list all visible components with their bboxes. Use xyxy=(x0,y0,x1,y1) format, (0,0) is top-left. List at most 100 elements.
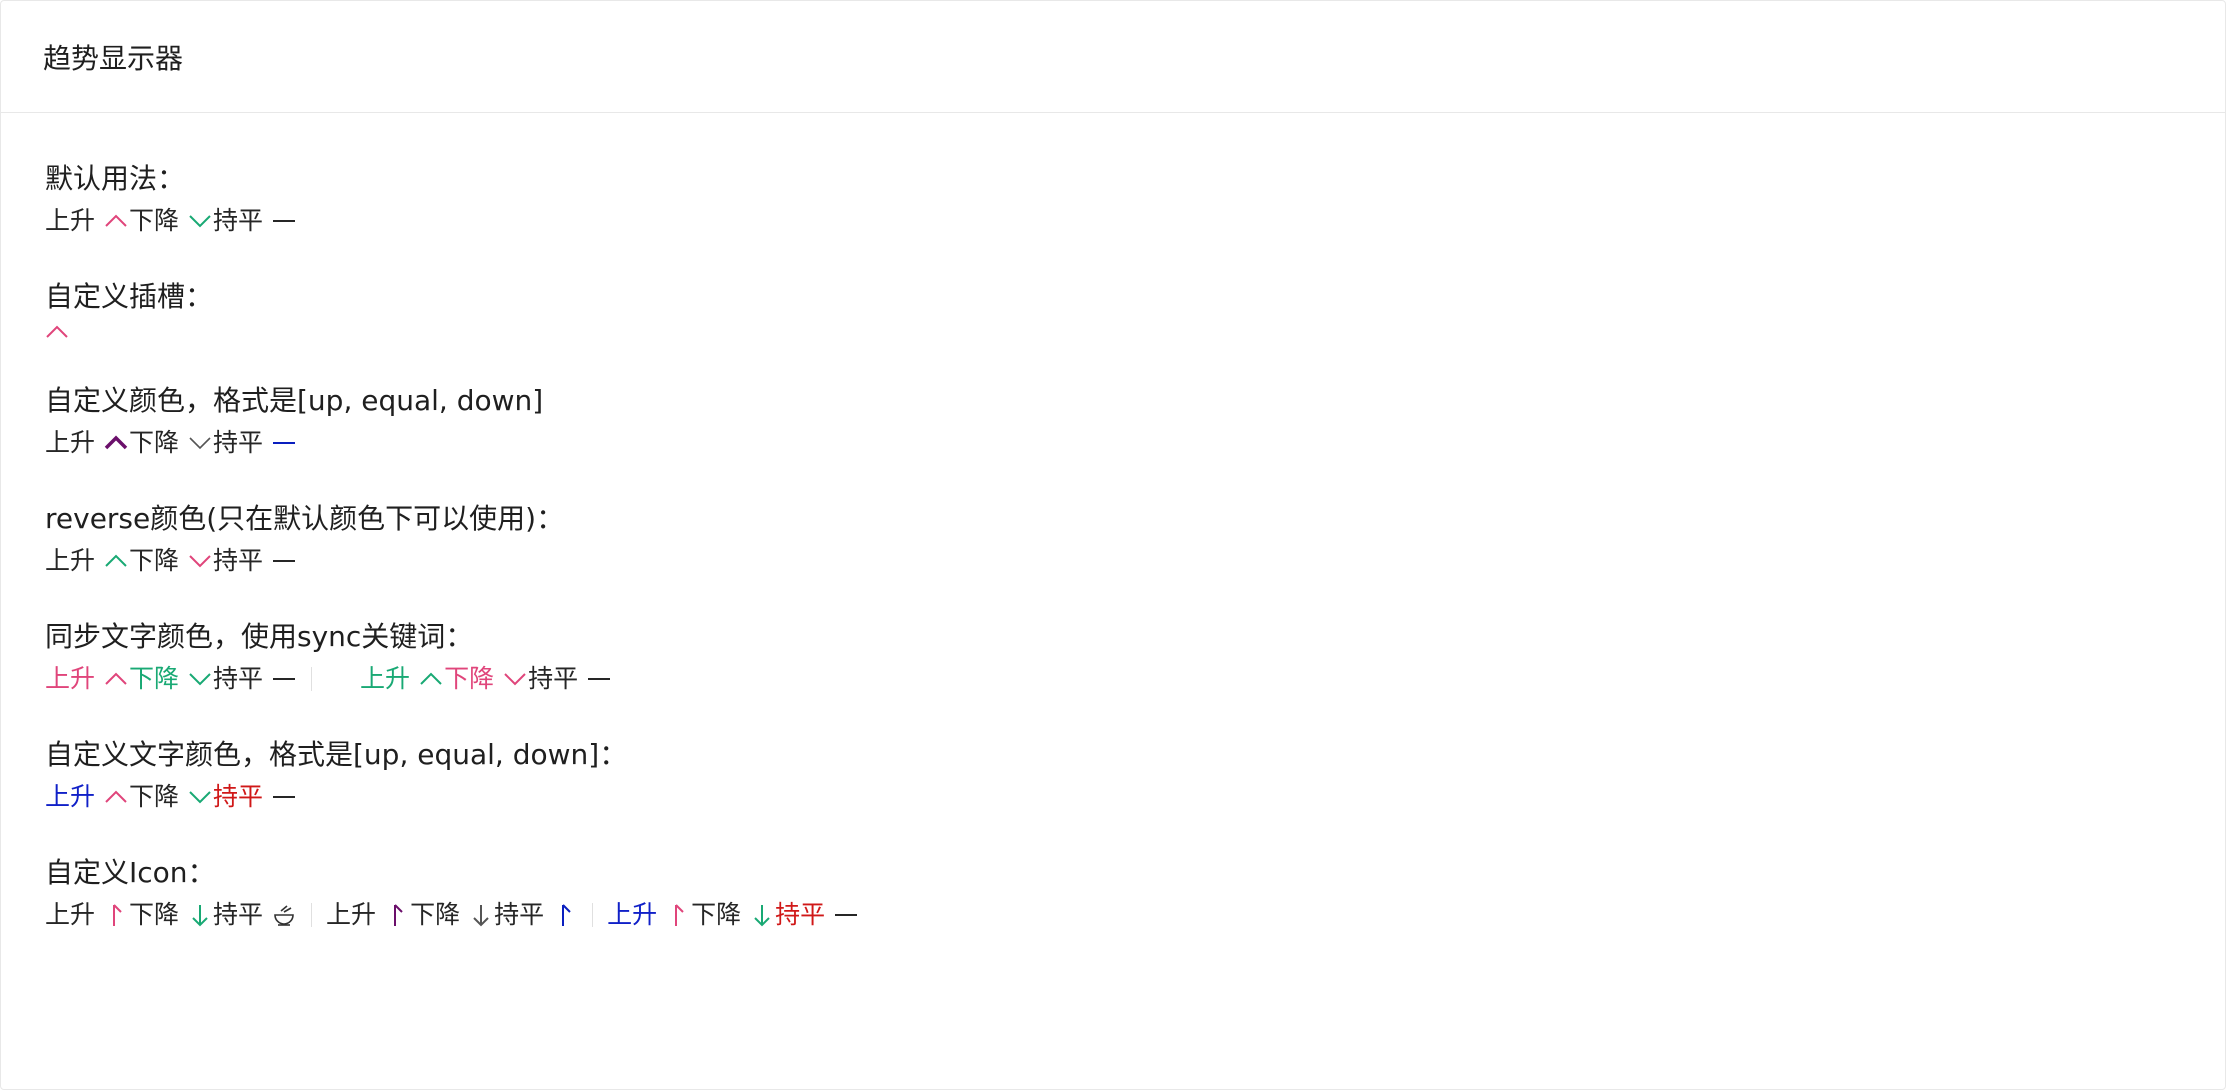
section-title: 自定义颜色，格式是[up, equal, down] xyxy=(45,384,544,417)
trend-down: 下降 xyxy=(691,895,775,935)
arrow-down-icon xyxy=(468,902,494,928)
page-title: 趋势显示器 xyxy=(43,41,184,75)
trend-label: 下降 xyxy=(129,664,180,693)
trend-label: 下降 xyxy=(129,546,180,575)
trend-row: 上升 下降 持平 xyxy=(45,895,2225,935)
trend-equal: 持平 xyxy=(213,777,297,817)
trend-up: 上升 xyxy=(45,659,129,699)
trend-up: 上升 xyxy=(45,201,129,241)
bowl-icon xyxy=(271,902,297,928)
trend-label: 下降 xyxy=(129,428,180,457)
trend-up: 上升 xyxy=(360,659,444,699)
section-custom-text-color: 自定义文字颜色，格式是[up, equal, down]： 上升 下降 持平 xyxy=(45,733,2225,817)
arrow-down-icon xyxy=(187,902,213,928)
dash-icon xyxy=(271,548,297,574)
trend-down: 下降 xyxy=(129,777,213,817)
section-title: 自定义插槽： xyxy=(45,280,214,313)
arrow-down-icon xyxy=(749,902,775,928)
chevron-up-icon xyxy=(103,784,129,810)
section-title: 同步文字颜色，使用sync关键词： xyxy=(45,620,474,653)
chevron-down-icon xyxy=(502,666,528,692)
trend-label: 下降 xyxy=(410,900,461,929)
card-body: 默认用法： 上升 下降 持平 自定义插槽： 自定义颜色，格式是[up, equa… xyxy=(1,113,2225,935)
trend-label: 持平 xyxy=(528,664,579,693)
card-header: 趋势显示器 xyxy=(1,1,2225,113)
trend-up: 上升 xyxy=(326,895,410,935)
trend-equal: 持平 xyxy=(775,895,859,935)
trend-equal: 持平 xyxy=(213,201,297,241)
trend-up: 上升 xyxy=(45,895,129,935)
trend-equal: 持平 xyxy=(213,659,297,699)
section-title: reverse颜色(只在默认颜色下可以使用)： xyxy=(45,502,565,535)
trend-up: 上升 xyxy=(45,777,129,817)
flag-arrow-up-icon xyxy=(384,902,410,928)
trend-up: 上升 xyxy=(45,541,129,581)
trend-row: 上升 下降 持平 xyxy=(45,777,2225,817)
trend-down: 下降 xyxy=(444,659,528,699)
trend-down: 下降 xyxy=(129,201,213,241)
chevron-up-icon xyxy=(418,666,444,692)
flag-arrow-up-icon xyxy=(103,902,129,928)
trend-equal: 持平 xyxy=(494,895,578,935)
trend-label: 上升 xyxy=(607,900,658,929)
trend-label: 持平 xyxy=(213,428,264,457)
trend-label: 持平 xyxy=(213,782,264,811)
trend-label: 持平 xyxy=(213,206,264,235)
trend-down: 下降 xyxy=(129,659,213,699)
section-title: 自定义Icon： xyxy=(45,856,216,889)
section-custom-icon: 自定义Icon： 上升 下降 持平 上升 下降 持平 上升 下降 持平 xyxy=(45,851,2225,935)
trend-down: 下降 xyxy=(129,423,213,463)
trend-equal: 持平 xyxy=(213,423,297,463)
trend-label: 上升 xyxy=(45,546,96,575)
trend-label: 上升 xyxy=(45,782,96,811)
trend-equal: 持平 xyxy=(213,895,297,935)
chevron-up-icon xyxy=(103,548,129,574)
trend-label: 上升 xyxy=(45,428,96,457)
section-custom-color: 自定义颜色，格式是[up, equal, down] 上升 下降 持平 xyxy=(45,379,2225,463)
trend-label: 上升 xyxy=(326,900,377,929)
flag-arrow-up-icon xyxy=(552,902,578,928)
chevron-down-icon xyxy=(187,784,213,810)
chevron-down-icon xyxy=(187,208,213,234)
trend-row: 上升 下降 持平 xyxy=(45,541,2225,581)
trend-up: 上升 xyxy=(45,423,129,463)
trend-up: 上升 xyxy=(607,895,691,935)
section-title: 默认用法： xyxy=(45,162,186,195)
trend-label: 持平 xyxy=(213,664,264,693)
section-title: 自定义文字颜色，格式是[up, equal, down]： xyxy=(45,738,628,771)
chevron-up-icon xyxy=(103,430,129,456)
trend-row xyxy=(45,319,2225,345)
trend-label: 持平 xyxy=(494,900,545,929)
section-sync: 同步文字颜色，使用sync关键词： 上升 下降 持平 上升 下降 持平 xyxy=(45,615,2225,699)
trend-label: 上升 xyxy=(45,900,96,929)
dash-icon xyxy=(271,208,297,234)
divider xyxy=(592,903,594,927)
trend-label: 下降 xyxy=(444,664,495,693)
trend-label: 下降 xyxy=(129,900,180,929)
section-reverse: reverse颜色(只在默认颜色下可以使用)： 上升 下降 持平 xyxy=(45,497,2225,581)
trend-row: 上升 下降 持平 xyxy=(45,423,2225,463)
trend-label: 持平 xyxy=(213,900,264,929)
dash-icon xyxy=(586,666,612,692)
trend-label: 上升 xyxy=(360,664,411,693)
trend-label: 下降 xyxy=(129,206,180,235)
trend-equal: 持平 xyxy=(213,541,297,581)
trend-label: 下降 xyxy=(691,900,742,929)
trend-equal: 持平 xyxy=(528,659,612,699)
trend-row: 上升 下降 持平 xyxy=(45,201,2225,241)
section-default: 默认用法： 上升 下降 持平 xyxy=(45,157,2225,241)
chevron-down-icon xyxy=(187,548,213,574)
trend-label: 上升 xyxy=(45,206,96,235)
trend-down: 下降 xyxy=(129,541,213,581)
trend-label: 持平 xyxy=(775,900,826,929)
chevron-up-icon xyxy=(103,666,129,692)
section-slot: 自定义插槽： xyxy=(45,275,2225,345)
trend-card: 趋势显示器 默认用法： 上升 下降 持平 自定义插槽： 自定义颜色，格式是[up… xyxy=(0,0,2226,1090)
chevron-up-icon xyxy=(45,319,71,345)
chevron-down-icon xyxy=(187,666,213,692)
trend-label: 下降 xyxy=(129,782,180,811)
trend-down: 下降 xyxy=(410,895,494,935)
chevron-down-icon xyxy=(187,430,213,456)
divider xyxy=(311,903,313,927)
trend-label: 上升 xyxy=(45,664,96,693)
